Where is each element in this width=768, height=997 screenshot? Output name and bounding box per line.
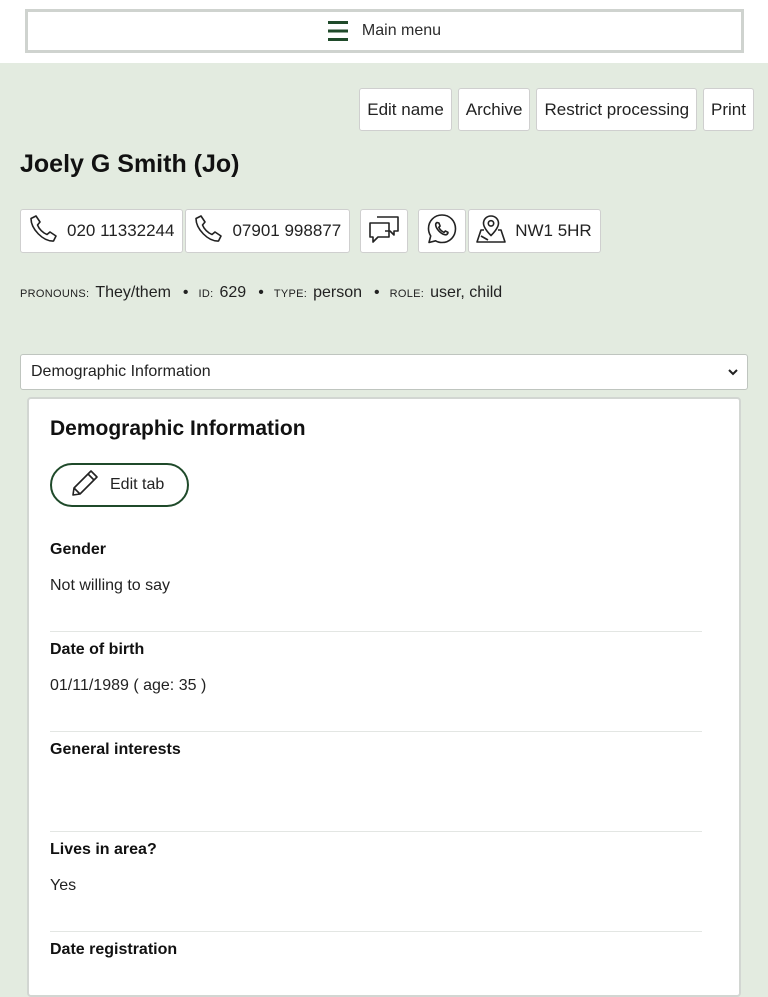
map-pin-icon bbox=[475, 213, 507, 250]
field-value bbox=[50, 777, 702, 796]
divider bbox=[50, 931, 702, 932]
edit-tab-button[interactable]: Edit tab bbox=[50, 463, 189, 507]
archive-button[interactable]: Archive bbox=[457, 88, 531, 131]
edit-tab-label: Edit tab bbox=[110, 476, 165, 493]
sms-button[interactable] bbox=[360, 209, 409, 253]
whatsapp-icon bbox=[425, 212, 459, 251]
restrict-processing-button[interactable]: Restrict processing bbox=[536, 88, 698, 131]
top-bar: Main menu bbox=[0, 0, 768, 63]
field-value bbox=[50, 977, 702, 996]
field-label: General interests bbox=[50, 741, 181, 758]
main-menu-button[interactable]: Main menu bbox=[25, 9, 744, 53]
map-button[interactable]: NW1 5HR bbox=[468, 209, 601, 253]
whatsapp-button[interactable] bbox=[418, 209, 467, 253]
meta-separator: • bbox=[374, 284, 380, 301]
field-date-of-birth: Date of birth 01/11/1989 ( age: 35 ) bbox=[50, 641, 702, 732]
tab-select-value: Demographic Information bbox=[31, 363, 211, 380]
meta-separator: • bbox=[258, 284, 264, 301]
type-value: person bbox=[313, 284, 363, 301]
field-value: 01/11/1989 ( age: 35 ) bbox=[50, 677, 207, 694]
print-button[interactable]: Print bbox=[703, 88, 754, 131]
postcode-text: NW1 5HR bbox=[515, 221, 592, 240]
phone-number-1: 020 11332244 bbox=[67, 221, 175, 240]
hamburger-icon bbox=[327, 20, 348, 42]
field-label: Gender bbox=[50, 541, 107, 558]
main-menu-label: Main menu bbox=[361, 22, 442, 39]
divider bbox=[50, 731, 702, 732]
contact-bar: 020 11332244 07901 998877 NW1 5HR bbox=[20, 209, 601, 253]
pronouns-label: Pronouns: bbox=[20, 288, 90, 300]
field-value: Yes bbox=[50, 877, 77, 894]
field-label: Date of birth bbox=[50, 641, 145, 658]
person-meta: Pronouns: They/them • ID: 629 • Type: pe… bbox=[20, 284, 506, 302]
record-actions: Edit name Archive Restrict processing Pr… bbox=[359, 88, 754, 131]
phone-icon bbox=[192, 213, 224, 250]
page-title: Joely G Smith (Jo) bbox=[20, 150, 240, 178]
field-lives-in-area: Lives in area? Yes bbox=[50, 841, 702, 932]
edit-name-button[interactable]: Edit name bbox=[359, 88, 452, 131]
chevron-down-icon bbox=[727, 365, 739, 384]
phone-number-2: 07901 998877 bbox=[232, 221, 342, 240]
chat-bubbles-icon bbox=[367, 213, 401, 250]
field-gender: Gender Not willing to say bbox=[50, 541, 702, 632]
phone-button-2[interactable]: 07901 998877 bbox=[185, 209, 351, 253]
id-value: 629 bbox=[219, 284, 247, 301]
field-value: Not willing to say bbox=[50, 577, 171, 594]
field-label: Lives in area? bbox=[50, 841, 157, 858]
type-label: Type: bbox=[273, 288, 308, 300]
phone-button-1[interactable]: 020 11332244 bbox=[20, 209, 184, 253]
pronouns-value: They/them bbox=[95, 284, 171, 301]
pencil-icon bbox=[70, 468, 100, 503]
tab-select[interactable]: Demographic Information bbox=[20, 354, 748, 390]
panel-title: Demographic Information bbox=[50, 417, 306, 440]
divider bbox=[50, 831, 702, 832]
role-value: user, child bbox=[430, 284, 503, 301]
role-label: Role: bbox=[389, 288, 425, 300]
phone-icon bbox=[27, 213, 59, 250]
id-label: ID: bbox=[198, 288, 214, 300]
field-general-interests: General interests bbox=[50, 741, 702, 832]
field-label: Date registration bbox=[50, 941, 178, 958]
field-date-registration: Date registration bbox=[50, 941, 702, 996]
divider bbox=[50, 631, 702, 632]
demographic-panel: Demographic Information Edit tab Gender … bbox=[27, 397, 741, 997]
meta-separator: • bbox=[182, 284, 189, 301]
